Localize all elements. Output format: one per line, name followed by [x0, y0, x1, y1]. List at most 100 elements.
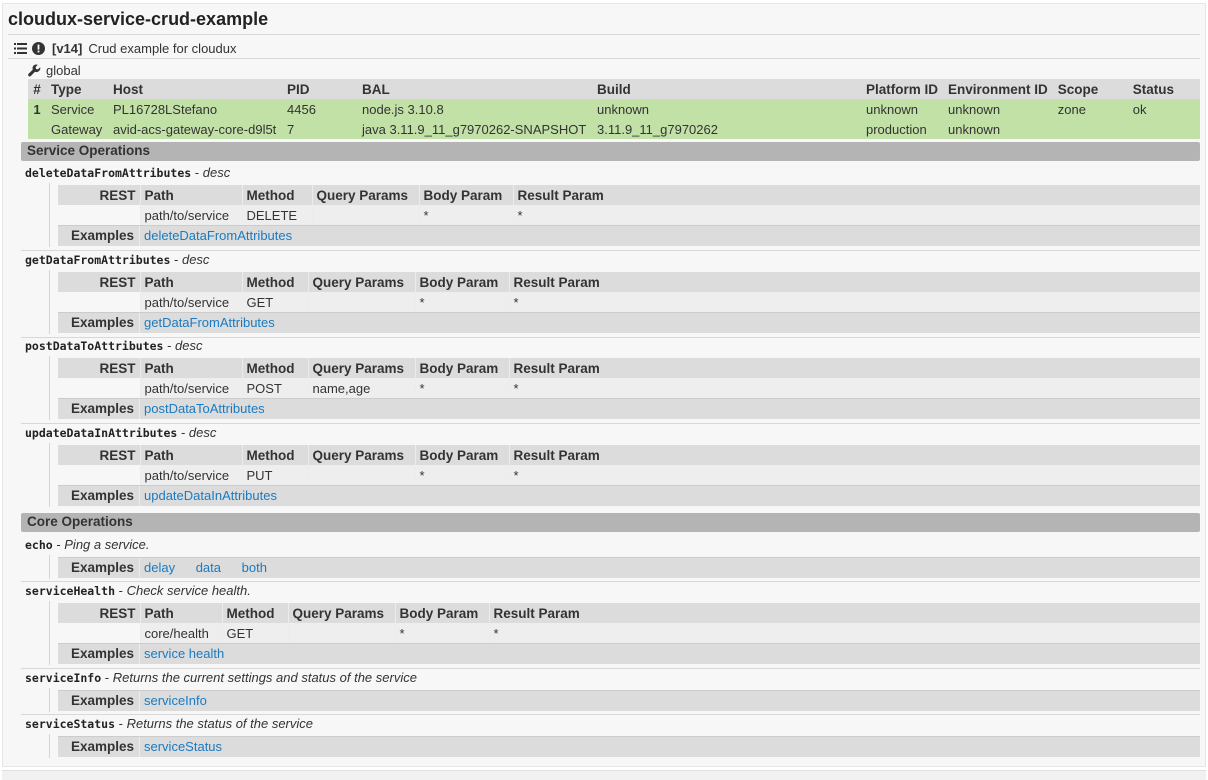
examples-row: Examples serviceInfo	[58, 690, 1200, 711]
col-header: Result Param	[512, 185, 1200, 205]
cell: ok	[1127, 99, 1200, 119]
col-header: Method	[241, 185, 312, 205]
divider	[21, 250, 1200, 251]
examples-row: Examples updateDataInAttributes	[58, 485, 1200, 506]
col-header: Body Param	[414, 272, 509, 292]
result-cell: *	[508, 378, 1200, 398]
operation-desc: desc	[175, 338, 203, 353]
operation-name: serviceInfo	[25, 671, 102, 685]
rest-row: path/to/service POST name,age * *	[58, 378, 1200, 398]
rest-header-row: REST Path Method Query Params Body Param…	[58, 445, 1200, 465]
col-header: #	[28, 79, 46, 99]
rest-row: path/to/service DELETE * *	[58, 205, 1200, 225]
cell: 4456	[282, 99, 357, 119]
rest-table: REST Path Method Query Params Body Param…	[58, 445, 1200, 485]
col-header: Path	[139, 445, 242, 465]
col-header: Build	[592, 79, 861, 99]
query-cell	[307, 292, 415, 312]
query-cell	[287, 623, 395, 643]
example-link[interactable]: data	[196, 560, 221, 575]
method-cell: GET	[221, 623, 288, 643]
section-service-operations[interactable]: Service Operations	[21, 142, 1200, 161]
cell: node.js 3.10.8	[357, 99, 592, 119]
col-header: Method	[221, 603, 288, 623]
body-cell: *	[414, 292, 509, 312]
global-scope: global	[28, 61, 81, 79]
path-cell: path/to/service	[139, 378, 242, 398]
operation-title: serviceInfo - Returns the current settin…	[25, 670, 417, 685]
instances-header-row: # Type Host PID BAL Build Platform ID En…	[28, 79, 1200, 99]
service-description: Crud example for cloudux	[88, 40, 237, 56]
rest-table: REST Path Method Query Params Body Param…	[58, 272, 1200, 312]
rest-table: REST Path Method Query Params Body Param…	[58, 603, 1200, 643]
indent-line	[49, 555, 50, 579]
cell: 3.11.9_11_g7970262	[592, 119, 861, 139]
operation-title: updateDataInAttributes - desc	[25, 425, 217, 440]
indent-line	[49, 270, 50, 334]
operation-desc: Returns the status of the service	[126, 716, 314, 731]
col-header: Path	[139, 272, 242, 292]
rest-header-row: REST Path Method Query Params Body Param…	[58, 272, 1200, 292]
example-link[interactable]: getDataFromAttributes	[144, 315, 275, 330]
operation-title: serviceStatus - Returns the status of th…	[25, 716, 314, 731]
examples-row: Examples serviceStatus	[58, 736, 1200, 757]
col-header: Method	[241, 445, 308, 465]
path-cell: path/to/service	[139, 465, 242, 485]
service-version: [v14]	[52, 40, 83, 56]
operation-desc: desc	[188, 425, 217, 440]
operation-title: deleteDataFromAttributes - desc	[25, 165, 231, 180]
path-cell: path/to/service	[139, 205, 242, 225]
rest-row: core/health GET * *	[58, 623, 1200, 643]
result-cell: *	[512, 205, 1200, 225]
col-header: Body Param	[414, 358, 509, 378]
examples-row: Examples postDataToAttributes	[58, 398, 1200, 419]
rest-label: REST	[58, 358, 140, 378]
operation-title: postDataToAttributes - desc	[25, 338, 203, 353]
alert-circle-icon[interactable]	[31, 41, 45, 55]
example-link[interactable]: updateDataInAttributes	[144, 488, 277, 503]
col-header: Query Params	[307, 358, 415, 378]
instance-row: 1 Service PL16728LStefano 4456 node.js 3…	[28, 99, 1200, 119]
operation-title: echo - Ping a service.	[25, 537, 150, 552]
service-page: cloudux-service-crud-example [v14] Crud …	[2, 3, 1206, 767]
cell	[58, 205, 140, 225]
col-header: Path	[139, 185, 242, 205]
global-label: global	[46, 62, 81, 78]
col-header: Body Param	[418, 185, 513, 205]
list-icon[interactable]	[13, 41, 27, 55]
examples-label: Examples	[58, 313, 140, 333]
service-header: [v14] Crud example for cloudux	[13, 39, 237, 57]
cell: unknown	[943, 119, 1053, 139]
divider	[21, 714, 1200, 715]
divider	[21, 423, 1200, 424]
operation-title: serviceHealth - Check service health.	[25, 583, 251, 598]
rest-table: REST Path Method Query Params Body Param…	[58, 185, 1200, 225]
example-link[interactable]: serviceStatus	[144, 739, 222, 754]
cell: 7	[282, 119, 357, 139]
cell	[58, 623, 140, 643]
result-cell: *	[508, 292, 1200, 312]
example-link[interactable]: both	[242, 560, 267, 575]
operation-name: deleteDataFromAttributes	[25, 166, 192, 180]
cell: Service	[46, 99, 108, 119]
indent-line	[49, 443, 50, 507]
indent-line	[49, 601, 50, 665]
rest-label: REST	[58, 445, 140, 465]
col-header: Query Params	[307, 272, 415, 292]
indent-line	[49, 688, 50, 712]
example-link[interactable]: service health	[144, 646, 224, 661]
examples-row: Examples delay data both	[58, 557, 1200, 578]
col-header: Result Param	[508, 272, 1200, 292]
divider	[8, 34, 1200, 35]
section-core-operations[interactable]: Core Operations	[21, 513, 1200, 532]
col-header: Environment ID	[943, 79, 1053, 99]
col-header: Query Params	[287, 603, 395, 623]
path-cell: path/to/service	[139, 292, 242, 312]
cell: unknown	[861, 99, 944, 119]
example-link[interactable]: deleteDataFromAttributes	[144, 228, 292, 243]
indent-line	[49, 734, 50, 758]
example-link[interactable]: postDataToAttributes	[144, 401, 265, 416]
example-link[interactable]: serviceInfo	[144, 693, 207, 708]
example-link[interactable]: delay	[144, 560, 175, 575]
cell: PL16728LStefano	[108, 99, 282, 119]
